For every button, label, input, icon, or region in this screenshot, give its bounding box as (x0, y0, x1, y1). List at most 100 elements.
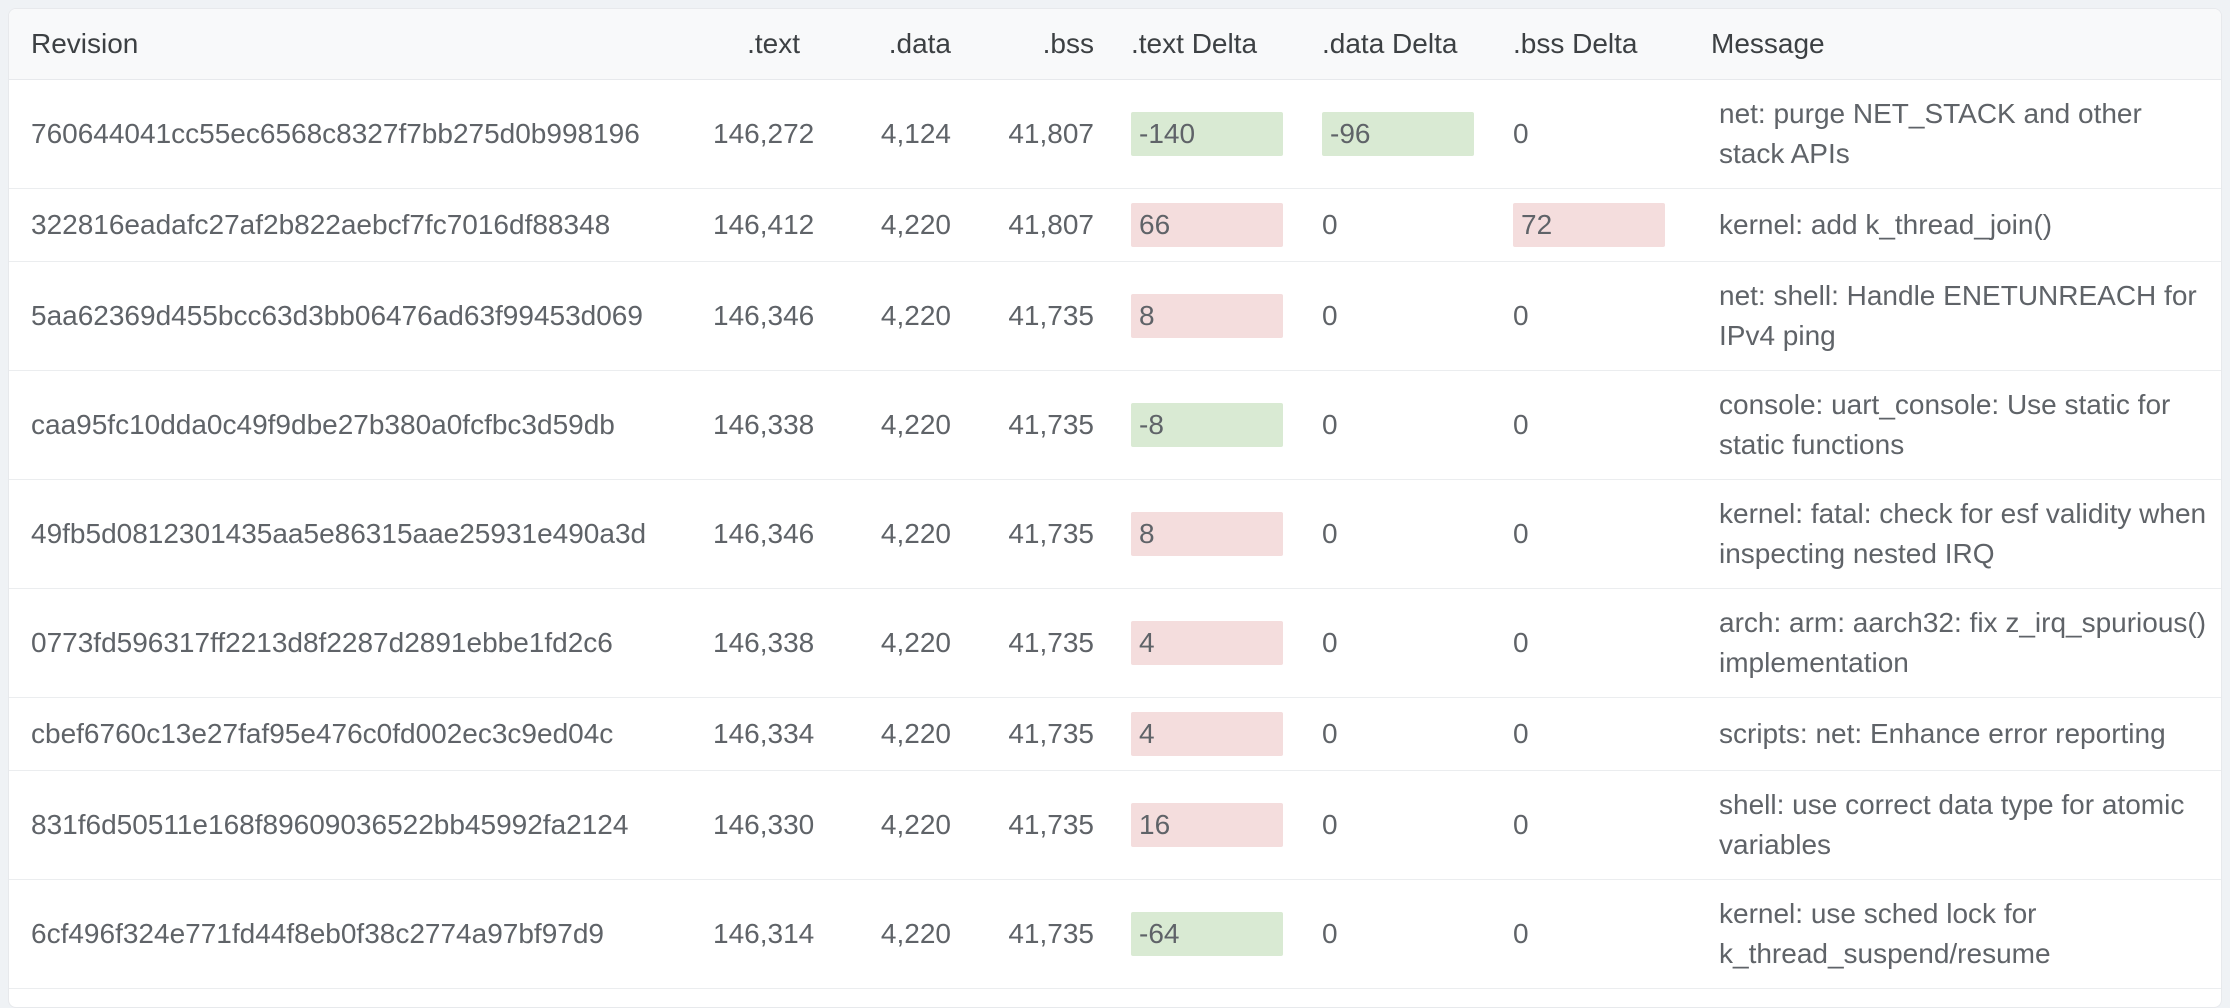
delta-value: 0 (1322, 712, 1474, 756)
data-delta-cell: 0 (1322, 371, 1513, 480)
data-delta-cell: 0 (1322, 880, 1513, 989)
delta-badge: 8 (1131, 512, 1283, 556)
message-cell: console: uart_console: Use static for st… (1711, 371, 2221, 480)
table-row: 0773fd596317ff2213d8f2287d2891ebbe1fd2c6… (9, 589, 2221, 698)
text-delta-cell: 4 (1131, 698, 1322, 771)
delta-value: 0 (1322, 203, 1474, 247)
revision-cell: 6cf496f324e771fd44f8eb0f38c2774a97bf97d9 (9, 880, 713, 989)
text-size-cell: 146,330 (713, 771, 836, 880)
data-size-cell: 4,220 (836, 698, 961, 771)
column-header-message: Message (1711, 9, 2221, 80)
delta-badge: -140 (1131, 112, 1283, 156)
text-delta-cell: 8 (1131, 262, 1322, 371)
message-cell: shell: use correct data type for atomic … (1711, 771, 2221, 880)
data-size-cell: 4,220 (836, 262, 961, 371)
bss-size-cell: 41,807 (961, 189, 1131, 262)
message-cell: net: shell: Handle ENETUNREACH for IPv4 … (1711, 262, 2221, 371)
data-delta-cell: 0 (1322, 189, 1513, 262)
bss-delta-cell: 72 (1513, 189, 1711, 262)
bss-size-cell: 41,735 (961, 262, 1131, 371)
text-delta-cell: 4 (1131, 589, 1322, 698)
delta-badge: -8 (1131, 403, 1283, 447)
message-cell: net: purge NET_STACK and other stack API… (1711, 80, 2221, 189)
bss-size-cell: 41,735 (961, 371, 1131, 480)
data-delta-cell: 0 (1322, 771, 1513, 880)
column-header-revision: Revision (9, 9, 713, 80)
revision-cell: 49fb5d0812301435aa5e86315aae25931e490a3d (9, 480, 713, 589)
bss-delta-cell: 0 (1513, 262, 1711, 371)
message-cell: kernel: use sched lock for k_thread_susp… (1711, 880, 2221, 989)
data-size-cell: 4,220 (836, 371, 961, 480)
delta-badge: 16 (1131, 803, 1283, 847)
text-delta-cell: 16 (1131, 771, 1322, 880)
bss-delta-cell: 0 (1513, 480, 1711, 589)
bss-size-cell: 41,735 (961, 880, 1131, 989)
text-size-cell: 146,334 (713, 698, 836, 771)
delta-badge: -64 (1131, 912, 1283, 956)
table-row: caa95fc10dda0c49f9dbe27b380a0fcfbc3d59db… (9, 371, 2221, 480)
delta-badge: 72 (1513, 203, 1665, 247)
bss-delta-cell: 0 (1513, 880, 1711, 989)
data-size-cell: 4,220 (836, 880, 961, 989)
revision-size-report-card: Revision .text .data .bss .text Delta .d… (8, 8, 2222, 1008)
column-header-bss-delta: .bss Delta (1513, 9, 1711, 80)
data-delta-cell: 0 (1322, 698, 1513, 771)
bss-delta-cell: 0 (1513, 80, 1711, 189)
delta-value: 0 (1322, 512, 1474, 556)
message-cell: scripts: net: Enhance error reporting (1711, 698, 2221, 771)
delta-value: 0 (1322, 912, 1474, 956)
data-size-cell: 4,220 (836, 589, 961, 698)
column-header-text: .text (713, 9, 836, 80)
table-row: 322816eadafc27af2b822aebcf7fc7016df88348… (9, 189, 2221, 262)
delta-badge: 4 (1131, 621, 1283, 665)
revision-cell: cbef6760c13e27faf95e476c0fd002ec3c9ed04c (9, 698, 713, 771)
revision-cell: caa95fc10dda0c49f9dbe27b380a0fcfbc3d59db (9, 371, 713, 480)
column-header-data: .data (836, 9, 961, 80)
table-row: cbef6760c13e27faf95e476c0fd002ec3c9ed04c… (9, 698, 2221, 771)
text-size-cell: 146,346 (713, 480, 836, 589)
column-header-data-delta: .data Delta (1322, 9, 1513, 80)
delta-badge: 4 (1131, 712, 1283, 756)
table-header: Revision .text .data .bss .text Delta .d… (9, 9, 2221, 80)
delta-badge: -96 (1322, 112, 1474, 156)
data-size-cell: 4,220 (836, 771, 961, 880)
delta-value: 0 (1513, 512, 1672, 556)
data-delta-cell: 0 (1322, 262, 1513, 371)
text-delta-cell: -64 (1131, 880, 1322, 989)
message-cell: kernel: fatal: check for esf validity wh… (1711, 480, 2221, 589)
text-size-cell: 146,314 (713, 880, 836, 989)
text-delta-cell: 8 (1131, 480, 1322, 589)
delta-value: 0 (1513, 112, 1672, 156)
header-row: Revision .text .data .bss .text Delta .d… (9, 9, 2221, 80)
text-delta-cell: -140 (1131, 80, 1322, 189)
bss-size-cell: 41,735 (961, 771, 1131, 880)
text-size-cell: 146,412 (713, 189, 836, 262)
revision-cell: 831f6d50511e168f89609036522bb45992fa2124 (9, 771, 713, 880)
bss-size-cell: 41,807 (961, 80, 1131, 189)
table-row: 760644041cc55ec6568c8327f7bb275d0b998196… (9, 80, 2221, 189)
delta-value: 0 (1513, 803, 1672, 847)
message-cell: arch: arm: aarch32: fix z_irq_spurious()… (1711, 589, 2221, 698)
bss-delta-cell: 0 (1513, 371, 1711, 480)
delta-badge: 66 (1131, 203, 1283, 247)
revision-cell: 760644041cc55ec6568c8327f7bb275d0b998196 (9, 80, 713, 189)
text-size-cell: 146,338 (713, 589, 836, 698)
table-row: 831f6d50511e168f89609036522bb45992fa2124… (9, 771, 2221, 880)
delta-value: 0 (1322, 294, 1474, 338)
revision-cell: 0773fd596317ff2213d8f2287d2891ebbe1fd2c6 (9, 589, 713, 698)
data-delta-cell: -96 (1322, 80, 1513, 189)
column-header-bss: .bss (961, 9, 1131, 80)
data-size-cell: 4,220 (836, 189, 961, 262)
delta-value: 0 (1513, 712, 1672, 756)
revision-cell: 5aa62369d455bcc63d3bb06476ad63f99453d069 (9, 262, 713, 371)
message-cell: kernel: add k_thread_join() (1711, 189, 2221, 262)
table-row: 49fb5d0812301435aa5e86315aae25931e490a3d… (9, 480, 2221, 589)
bss-size-cell: 41,735 (961, 698, 1131, 771)
text-delta-cell: 66 (1131, 189, 1322, 262)
table-body: 760644041cc55ec6568c8327f7bb275d0b998196… (9, 80, 2221, 989)
bss-delta-cell: 0 (1513, 589, 1711, 698)
delta-value: 0 (1513, 294, 1672, 338)
delta-value: 0 (1513, 912, 1672, 956)
table-row: 6cf496f324e771fd44f8eb0f38c2774a97bf97d9… (9, 880, 2221, 989)
data-delta-cell: 0 (1322, 480, 1513, 589)
